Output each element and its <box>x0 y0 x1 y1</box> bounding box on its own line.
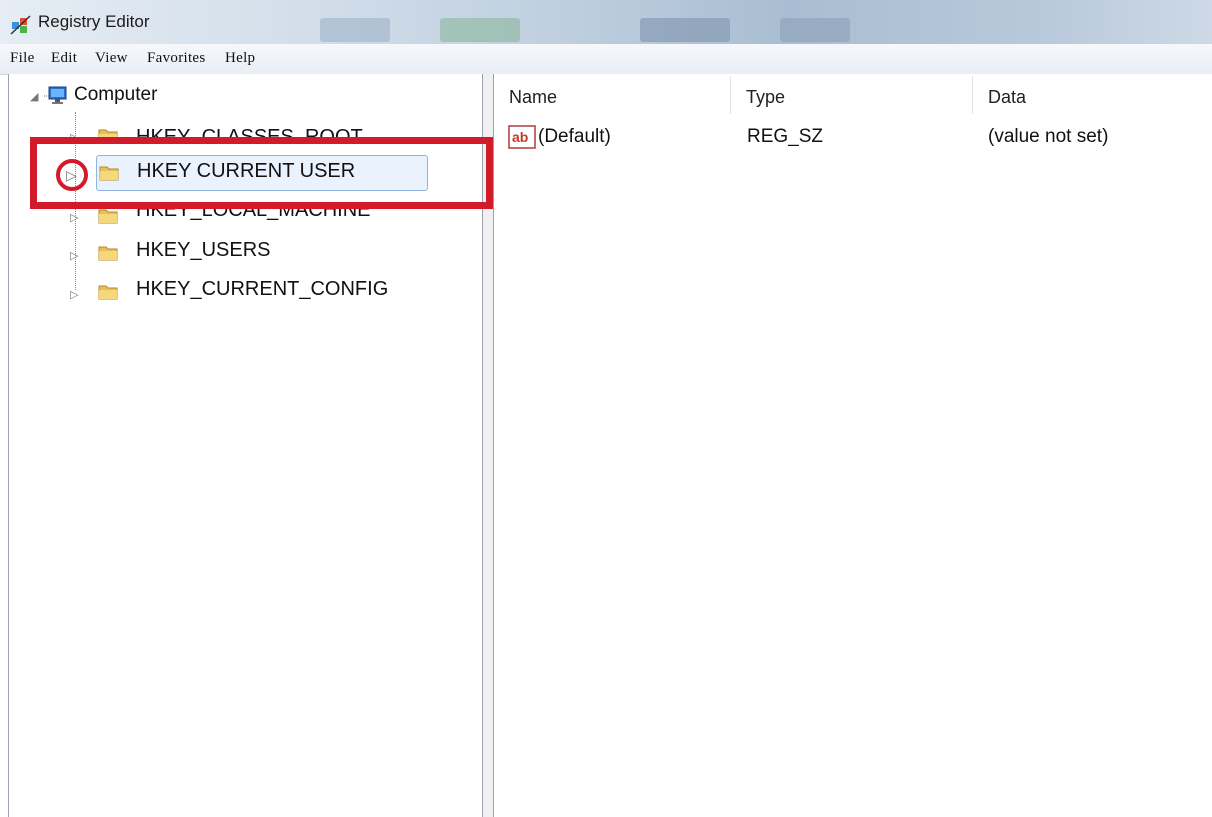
computer-icon <box>44 86 67 104</box>
column-header-name[interactable]: Name <box>509 87 557 108</box>
menu-favorites[interactable]: Favorites <box>147 50 206 67</box>
tree-key-label: HKEY_LOCAL_MACHINE <box>136 209 371 221</box>
column-divider[interactable] <box>972 76 973 114</box>
column-header-data[interactable]: Data <box>988 87 1026 108</box>
menu-bar: File Edit View Favorites Help <box>0 44 1212 75</box>
tree-root-computer[interactable]: Computer <box>74 84 157 106</box>
title-bar-glare <box>780 18 850 42</box>
title-bar-glare <box>440 18 520 42</box>
column-header-type[interactable]: Type <box>746 87 785 108</box>
value-list[interactable] <box>494 74 1212 817</box>
title-bar: Registry Editor <box>0 0 1212 44</box>
expand-icon[interactable]: ▷ <box>70 249 78 262</box>
value-data: (value not set) <box>988 126 1109 147</box>
tree-key-users[interactable]: HKEY_USERS <box>136 239 271 262</box>
menu-help[interactable]: Help <box>225 50 255 67</box>
window-title: Registry Editor <box>38 12 150 31</box>
string-value-icon: ab <box>508 125 536 149</box>
folder-icon <box>98 246 118 261</box>
menu-view[interactable]: View <box>95 50 128 67</box>
value-name[interactable]: (Default) <box>538 126 611 148</box>
highlight-annotation <box>30 137 493 209</box>
menu-file[interactable]: File <box>10 50 35 67</box>
column-divider[interactable] <box>730 76 731 114</box>
title-bar-glare <box>320 18 390 42</box>
title-bar-glare <box>640 18 730 42</box>
expand-icon[interactable]: ▷ <box>70 288 78 301</box>
folder-icon <box>98 209 118 224</box>
menu-edit[interactable]: Edit <box>51 50 77 67</box>
tree-key-local-machine[interactable]: HKEY_LOCAL_MACHINE <box>136 209 371 222</box>
expand-icon[interactable]: ▷ <box>70 211 78 224</box>
folder-icon <box>98 285 118 300</box>
svg-text:ab: ab <box>512 129 528 145</box>
value-type: REG_SZ <box>747 126 824 147</box>
tree-key-current-config[interactable]: HKEY_CURRENT_CONFIG <box>136 278 388 301</box>
collapse-icon[interactable]: ◢ <box>30 90 38 103</box>
registry-editor-icon <box>10 15 31 35</box>
expand-annotation-circle <box>56 159 88 191</box>
